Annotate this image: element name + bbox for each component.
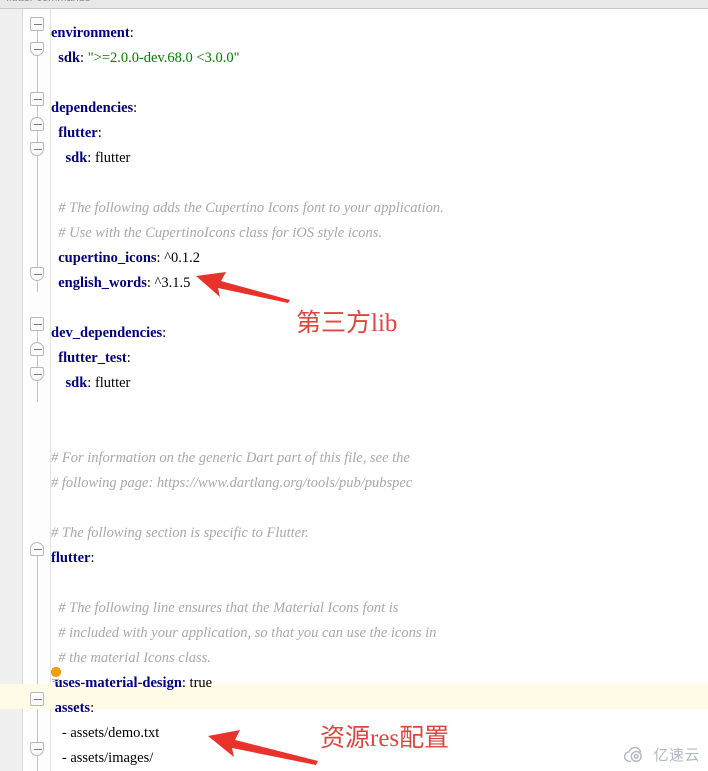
yaml-value: ^0.1.2 xyxy=(164,250,200,266)
colon: : xyxy=(156,250,161,266)
yaml-list-item: - assets/demo.txt xyxy=(61,725,160,741)
intention-bulb-stem xyxy=(52,681,59,682)
code-line[interactable]: sdk: flutter xyxy=(51,146,708,171)
yaml-value: true xyxy=(189,675,213,691)
code-line[interactable]: # The following line ensures that the Ma… xyxy=(51,596,708,621)
code-line[interactable]: dependencies: xyxy=(51,96,708,121)
line-number-gutter[interactable] xyxy=(0,9,22,771)
code-line[interactable]: flutter: xyxy=(51,121,708,146)
gutter-divider xyxy=(22,9,23,771)
colon: : xyxy=(90,550,95,566)
fold-toggle-dependencies[interactable] xyxy=(30,92,44,106)
watermark-text: 亿速云 xyxy=(653,747,700,764)
yaml-key: english_words xyxy=(58,275,147,291)
yaml-list-item: - assets/images/ xyxy=(61,750,154,766)
code-line[interactable]: # For information on the generic Dart pa… xyxy=(51,446,708,471)
yaml-comment: # The following section is specific to F… xyxy=(51,525,309,541)
fold-guide-line xyxy=(37,547,38,771)
yaml-key: cupertino_icons xyxy=(58,250,157,266)
yaml-key: sdk xyxy=(58,50,81,66)
yaml-key: sdk xyxy=(65,150,88,166)
fold-toggle-assets[interactable] xyxy=(30,692,44,706)
yaml-key: flutter xyxy=(58,125,98,141)
code-line[interactable]: sdk: flutter xyxy=(51,371,708,396)
fold-toggle-flutter-dep[interactable] xyxy=(30,117,44,131)
cloud-icon xyxy=(624,746,643,762)
yaml-key: dependencies xyxy=(51,100,134,116)
fold-toggle-sdk-flutter[interactable] xyxy=(30,142,44,156)
annotation-third-party-lib: 第三方lib xyxy=(296,310,398,337)
code-line[interactable]: # the material Icons class. xyxy=(51,646,708,671)
yaml-key: assets xyxy=(54,700,91,716)
yaml-comment: # included with your application, so tha… xyxy=(58,625,437,641)
fold-toggle-sdk[interactable] xyxy=(30,42,44,56)
colon: : xyxy=(90,700,95,716)
code-content[interactable]: environment: sdk: ">=2.0.0-dev.68.0 <3.0… xyxy=(51,9,708,771)
yaml-string-value: ">=2.0.0-dev.68.0 <3.0.0" xyxy=(87,50,240,66)
code-line[interactable]: flutter_test: xyxy=(51,346,708,371)
yaml-key: sdk xyxy=(65,375,88,391)
annotation-arrow-third-party xyxy=(196,272,290,303)
editor-tab-strip[interactable]: flutter commands xyxy=(0,0,708,9)
yaml-comment: # the material Icons class. xyxy=(58,650,211,666)
yaml-comment: # The following adds the Cupertino Icons… xyxy=(58,200,444,216)
colon: : xyxy=(133,100,138,116)
annotation-arrow-res-config xyxy=(208,730,318,765)
colon: : xyxy=(181,675,186,691)
yaml-key: environment xyxy=(51,25,130,41)
fold-toggle-dev-dependencies[interactable] xyxy=(30,317,44,331)
fold-toggle-english-words[interactable] xyxy=(30,267,44,281)
fold-toggle-environment[interactable] xyxy=(30,17,44,31)
colon: : xyxy=(146,275,151,291)
code-line[interactable]: # included with your application, so tha… xyxy=(51,621,708,646)
code-line[interactable]: flutter: xyxy=(51,546,708,571)
yaml-comment: # The following line ensures that the Ma… xyxy=(58,600,399,616)
fold-toggle-assets-images[interactable] xyxy=(30,742,44,756)
colon: : xyxy=(87,150,92,166)
code-line[interactable]: # following page: https://www.dartlang.o… xyxy=(51,471,708,496)
yaml-key: dev_dependencies xyxy=(51,325,163,341)
colon: : xyxy=(87,375,92,391)
code-line[interactable]: cupertino_icons: ^0.1.2 xyxy=(51,246,708,271)
code-line[interactable]: # The following section is specific to F… xyxy=(51,521,708,546)
fold-guide-line xyxy=(37,322,38,402)
intention-bulb-stem xyxy=(52,679,59,680)
fold-toggle-flutter-section[interactable] xyxy=(30,542,44,556)
ide-editor-window: flutter commands environment: sdk: ">=2.… xyxy=(0,0,708,771)
code-line[interactable]: environment: xyxy=(51,21,708,46)
yaml-value: ^3.1.5 xyxy=(154,275,191,291)
fold-toggle-flutter-test[interactable] xyxy=(30,342,44,356)
annotation-res-config: 资源res配置 xyxy=(320,725,450,752)
intention-bulb-icon[interactable] xyxy=(51,667,61,677)
fold-toggle-sdk-flutter-test[interactable] xyxy=(30,367,44,381)
yaml-key: flutter xyxy=(51,550,91,566)
yaml-value: flutter xyxy=(94,375,131,391)
yaml-value: flutter xyxy=(94,150,131,166)
code-line[interactable]: uses-material-design: true xyxy=(51,671,708,696)
colon: : xyxy=(80,50,85,66)
editor-tab-label[interactable]: flutter commands xyxy=(6,0,90,4)
yaml-comment: # following page: https://www.dartlang.o… xyxy=(51,475,413,491)
colon: : xyxy=(162,325,167,341)
code-line[interactable]: # Use with the CupertinoIcons class for … xyxy=(51,221,708,246)
colon: : xyxy=(97,125,102,141)
yaml-comment: # For information on the generic Dart pa… xyxy=(51,450,410,466)
yaml-comment: # Use with the CupertinoIcons class for … xyxy=(58,225,383,241)
code-line[interactable]: english_words: ^3.1.5 xyxy=(51,271,708,296)
watermark: 亿速云 xyxy=(623,744,700,765)
colon: : xyxy=(126,350,131,366)
code-line[interactable]: # The following adds the Cupertino Icons… xyxy=(51,196,708,221)
code-line[interactable]: sdk: ">=2.0.0-dev.68.0 <3.0.0" xyxy=(51,46,708,71)
yaml-key: uses-material-design xyxy=(54,675,182,691)
colon: : xyxy=(129,25,134,41)
yaml-key: flutter_test xyxy=(58,350,127,366)
